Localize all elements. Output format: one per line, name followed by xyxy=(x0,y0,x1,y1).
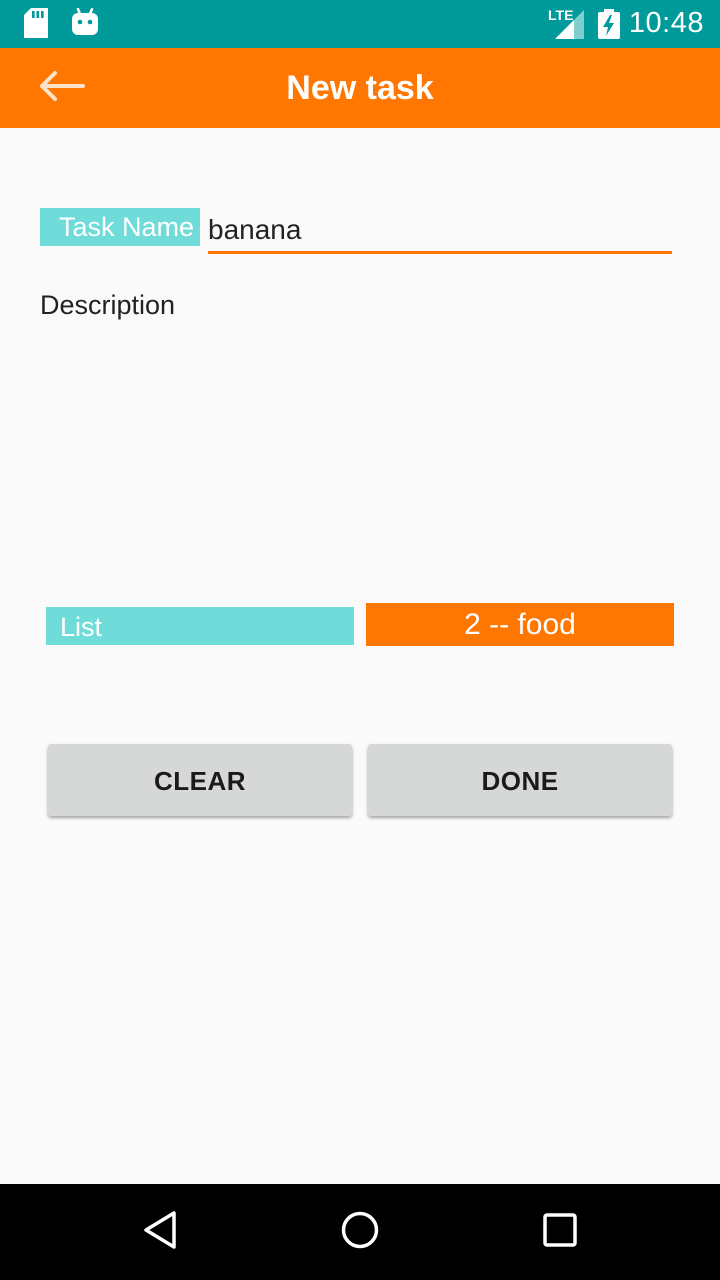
page-title: New task xyxy=(286,69,434,107)
task-name-input[interactable] xyxy=(208,208,672,254)
clear-button[interactable]: CLEAR xyxy=(48,744,352,816)
arrow-back-icon xyxy=(39,70,85,106)
app-bar: New task xyxy=(0,48,720,128)
nav-recents-button[interactable] xyxy=(520,1204,600,1260)
list-spinner[interactable]: 2 -- food xyxy=(366,603,674,646)
description-input[interactable] xyxy=(40,290,680,570)
list-label: List xyxy=(46,607,354,645)
recents-square-icon xyxy=(542,1212,578,1253)
android-icon xyxy=(72,7,98,43)
battery-charging-icon xyxy=(598,9,620,44)
lte-label: LTE xyxy=(548,7,573,23)
nav-back-button[interactable] xyxy=(120,1204,200,1260)
status-bar: LTE 10:48 xyxy=(0,0,720,48)
sd-card-icon xyxy=(24,8,48,43)
done-button[interactable]: DONE xyxy=(368,744,672,816)
status-time: 10:48 xyxy=(628,7,704,39)
navigation-bar xyxy=(0,1184,720,1280)
nav-home-button[interactable] xyxy=(320,1204,400,1260)
task-name-label: Task Name xyxy=(40,208,200,246)
home-circle-icon xyxy=(340,1210,380,1255)
signal-icon: LTE xyxy=(548,6,584,45)
back-button[interactable] xyxy=(24,60,100,116)
back-triangle-icon xyxy=(142,1210,178,1255)
list-selected-value: 2 -- food xyxy=(464,608,576,641)
